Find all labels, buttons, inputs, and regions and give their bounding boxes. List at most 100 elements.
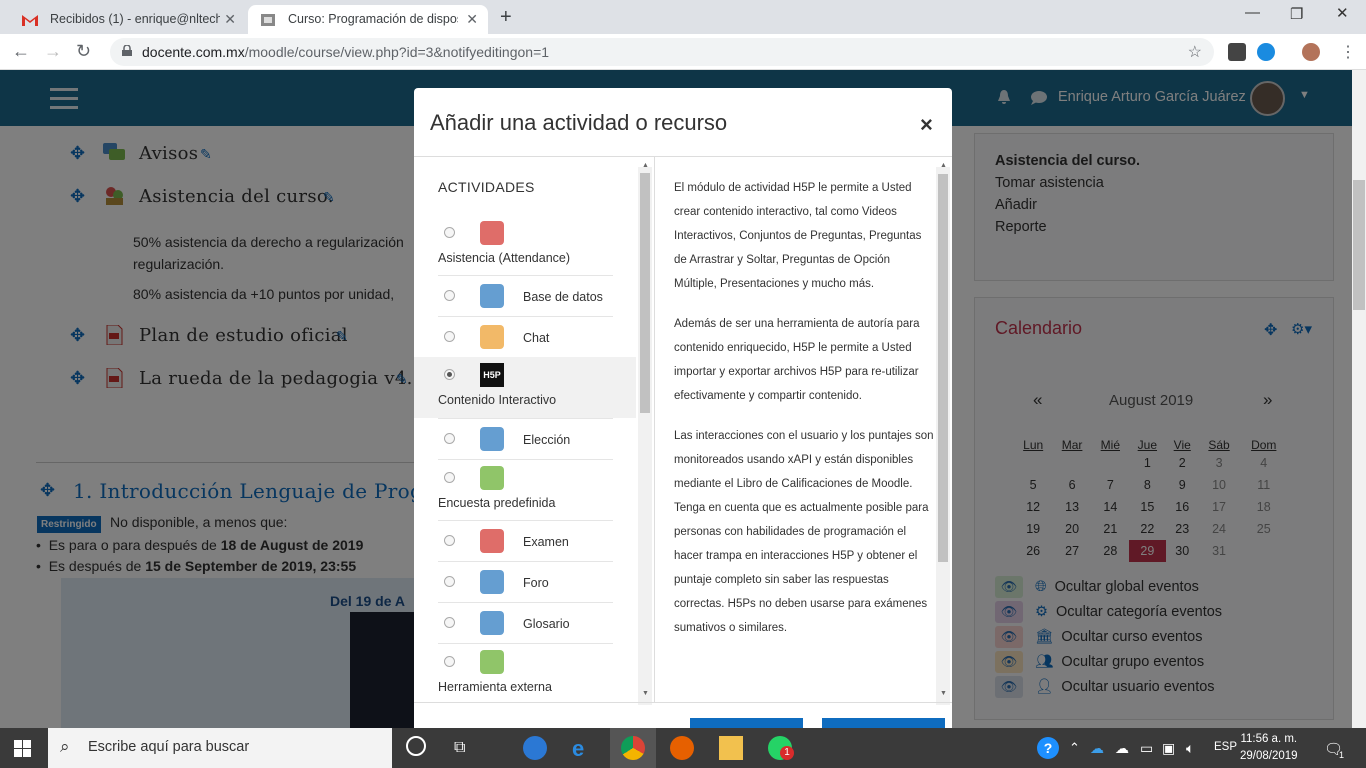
url-bar[interactable]: docente.com.mx/moodle/course/view.php?id…	[110, 38, 1214, 66]
extension-icon[interactable]	[1228, 43, 1246, 61]
description-scrollbar-thumb[interactable]	[938, 174, 948, 562]
option-radio[interactable]	[444, 290, 455, 301]
maximize-window-icon[interactable]: ❐	[1290, 5, 1303, 23]
activity-option[interactable]: Glosario	[414, 603, 636, 643]
scroll-down-icon[interactable]: ▼	[940, 690, 947, 697]
option-label[interactable]: Herramienta externa	[438, 680, 552, 694]
app-icon-outlook[interactable]	[523, 736, 547, 760]
chrome-icon[interactable]	[621, 736, 645, 760]
activity-option[interactable]: Encuesta predefinida	[414, 460, 636, 520]
modal-pane-divider	[654, 157, 655, 702]
forward-icon[interactable]: →	[44, 41, 62, 62]
close-tab-icon[interactable]: ✕	[466, 11, 478, 28]
scroll-down-icon[interactable]: ▼	[642, 690, 649, 697]
cloud-icon[interactable]: ☁	[1115, 740, 1129, 757]
option-radio[interactable]	[444, 656, 455, 667]
url-domain: docente.com.mx	[142, 44, 245, 60]
cancel-button[interactable]	[822, 718, 945, 728]
puzzle-icon	[480, 650, 504, 674]
firefox-icon[interactable]	[670, 736, 694, 760]
clock-date: 29/08/2019	[1240, 750, 1298, 762]
option-radio[interactable]	[444, 617, 455, 628]
option-label[interactable]: Elección	[523, 433, 570, 447]
option-label[interactable]: Contenido Interactivo	[438, 393, 556, 407]
modal-title: Añadir una actividad o recurso	[430, 110, 728, 135]
activities-section-label: ACTIVIDADES	[438, 179, 535, 195]
task-view-icon[interactable]: ⧉	[454, 739, 465, 757]
taskbar-search-input[interactable]: Escribe aquí para buscar	[48, 728, 392, 768]
file-explorer-icon[interactable]	[719, 736, 743, 760]
new-tab-button[interactable]: +	[500, 6, 512, 29]
scroll-up-icon[interactable]: ▲	[642, 162, 649, 169]
browser-menu-icon[interactable]: ⋮	[1340, 42, 1356, 62]
option-label[interactable]: Glosario	[523, 617, 570, 631]
help-icon[interactable]: ?	[1037, 737, 1059, 759]
cortana-icon[interactable]	[406, 736, 426, 756]
tab-gmail[interactable]: Recibidos (1) - enrique@nltechno ✕	[10, 5, 246, 34]
windows-start-icon[interactable]	[14, 740, 32, 757]
moodle-favicon-icon	[261, 14, 275, 26]
url-path: /moodle/course/view.php?id=3&notifyediti…	[244, 44, 550, 60]
option-label[interactable]: Chat	[523, 331, 549, 345]
page-scrollbar-thumb[interactable]	[1353, 180, 1365, 310]
option-label[interactable]: Foro	[523, 576, 549, 590]
network-icon[interactable]: ▣	[1162, 740, 1175, 757]
back-icon[interactable]: ←	[12, 41, 30, 62]
minimize-window-icon[interactable]: —	[1245, 4, 1260, 21]
scroll-up-icon[interactable]: ▲	[940, 162, 947, 169]
activity-option[interactable]: Herramienta externa	[414, 644, 636, 702]
whatsapp-badge: 1	[780, 746, 794, 760]
reload-icon[interactable]: ↻	[76, 41, 91, 62]
activity-options-list[interactable]: ACTIVIDADES Asistencia (Attendance) Base …	[414, 157, 654, 702]
close-tab-icon[interactable]: ✕	[224, 11, 236, 28]
search-icon: ⌕	[60, 737, 70, 756]
quiz-icon	[480, 529, 504, 553]
activity-option[interactable]: Chat	[414, 317, 636, 357]
option-radio[interactable]	[444, 535, 455, 546]
option-label[interactable]: Encuesta predefinida	[438, 496, 555, 510]
activity-option[interactable]: Examen	[414, 521, 636, 561]
option-radio[interactable]	[444, 369, 455, 380]
activity-option[interactable]: Base de datos	[414, 276, 636, 316]
volume-icon[interactable]: 🔈︎	[1186, 740, 1194, 757]
chat-icon	[480, 325, 504, 349]
activity-option[interactable]: H5P Contenido Interactivo	[414, 357, 636, 418]
attendance-icon	[480, 221, 504, 245]
option-label[interactable]: Asistencia (Attendance)	[438, 251, 570, 265]
close-window-icon[interactable]: ✕	[1336, 4, 1349, 22]
option-radio[interactable]	[444, 576, 455, 587]
activity-description: El módulo de actividad H5P le permite a …	[674, 176, 934, 656]
chevron-up-icon[interactable]: ⌃	[1069, 740, 1080, 756]
description-paragraph: Además de ser una herramienta de autoría…	[674, 318, 920, 402]
onedrive-icon[interactable]: ☁	[1090, 740, 1104, 757]
options-scrollbar-thumb[interactable]	[640, 173, 650, 413]
hp-extension-icon[interactable]	[1257, 43, 1275, 61]
modal-footer-divider	[414, 702, 952, 703]
language-indicator[interactable]: ESP	[1214, 741, 1237, 753]
activity-option[interactable]: Asistencia (Attendance)	[414, 215, 636, 275]
description-paragraph: Las interacciones con el usuario y los p…	[674, 430, 934, 634]
page-scrollbar[interactable]	[1352, 70, 1366, 728]
tab-course[interactable]: Curso: Programación de dispositi ✕	[248, 5, 488, 34]
activity-option[interactable]: Elección	[414, 419, 636, 459]
edge-icon[interactable]: e	[572, 736, 596, 761]
question-icon	[480, 427, 504, 451]
option-label[interactable]: Base de datos	[523, 290, 603, 304]
option-radio[interactable]	[444, 227, 455, 238]
clock[interactable]: 11:56 a. m. 29/08/2019	[1240, 731, 1298, 765]
add-button[interactable]	[690, 718, 803, 728]
forum-icon	[480, 570, 504, 594]
modal-close-button[interactable]: ×	[920, 112, 933, 138]
add-activity-modal: Añadir una actividad o recurso × ACTIVID…	[414, 88, 952, 728]
profile-avatar-icon[interactable]	[1302, 43, 1320, 61]
device-icon[interactable]: ▭	[1140, 740, 1153, 757]
option-label[interactable]: Examen	[523, 535, 569, 549]
browser-tab-bar: Recibidos (1) - enrique@nltechno ✕ Curso…	[0, 0, 1366, 34]
option-radio[interactable]	[444, 433, 455, 444]
glossary-icon	[480, 611, 504, 635]
option-radio[interactable]	[444, 472, 455, 483]
database-icon	[480, 284, 504, 308]
activity-option[interactable]: Foro	[414, 562, 636, 602]
option-radio[interactable]	[444, 331, 455, 342]
bookmark-star-icon[interactable]: ☆	[1188, 42, 1202, 62]
